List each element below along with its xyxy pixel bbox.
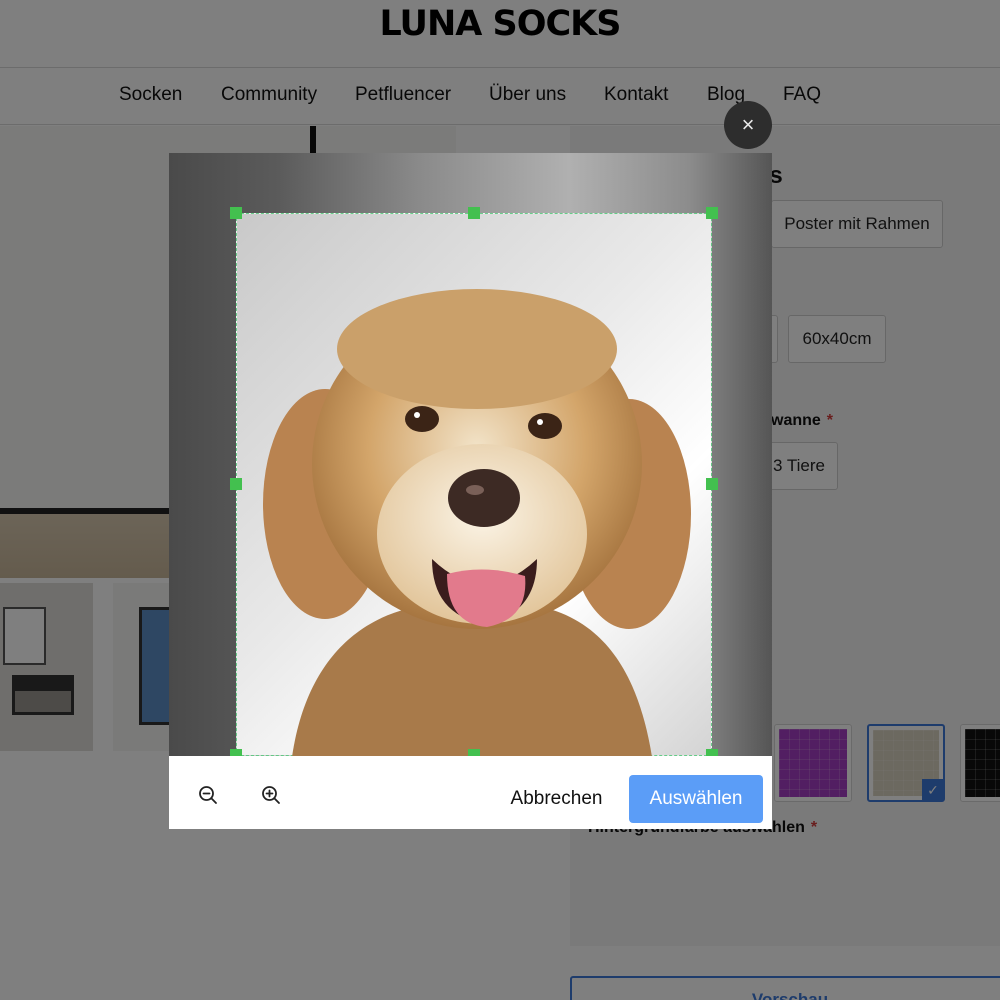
crop-handle-top-left[interactable] (230, 207, 242, 219)
crop-handle-left[interactable] (230, 478, 242, 490)
crop-handle-bottom[interactable] (468, 749, 480, 756)
dog-photo (263, 289, 691, 756)
zoom-in-icon[interactable] (260, 784, 282, 806)
close-icon: × (741, 112, 755, 137)
crop-handle-bottom-right[interactable] (706, 749, 718, 756)
select-button[interactable]: Auswählen (629, 775, 763, 823)
crop-handle-top[interactable] (468, 207, 480, 219)
crop-dialog: Abbrechen Auswählen (169, 153, 772, 829)
close-button[interactable]: × (724, 101, 772, 149)
crop-handle-bottom-left[interactable] (230, 749, 242, 756)
crop-canvas[interactable] (169, 153, 772, 756)
zoom-out-icon[interactable] (197, 784, 219, 806)
crop-handle-right[interactable] (706, 478, 718, 490)
crop-selection[interactable] (236, 213, 712, 756)
crop-dialog-footer: Abbrechen Auswählen (169, 756, 772, 829)
crop-handle-top-right[interactable] (706, 207, 718, 219)
cancel-button[interactable]: Abbrechen (499, 775, 614, 823)
